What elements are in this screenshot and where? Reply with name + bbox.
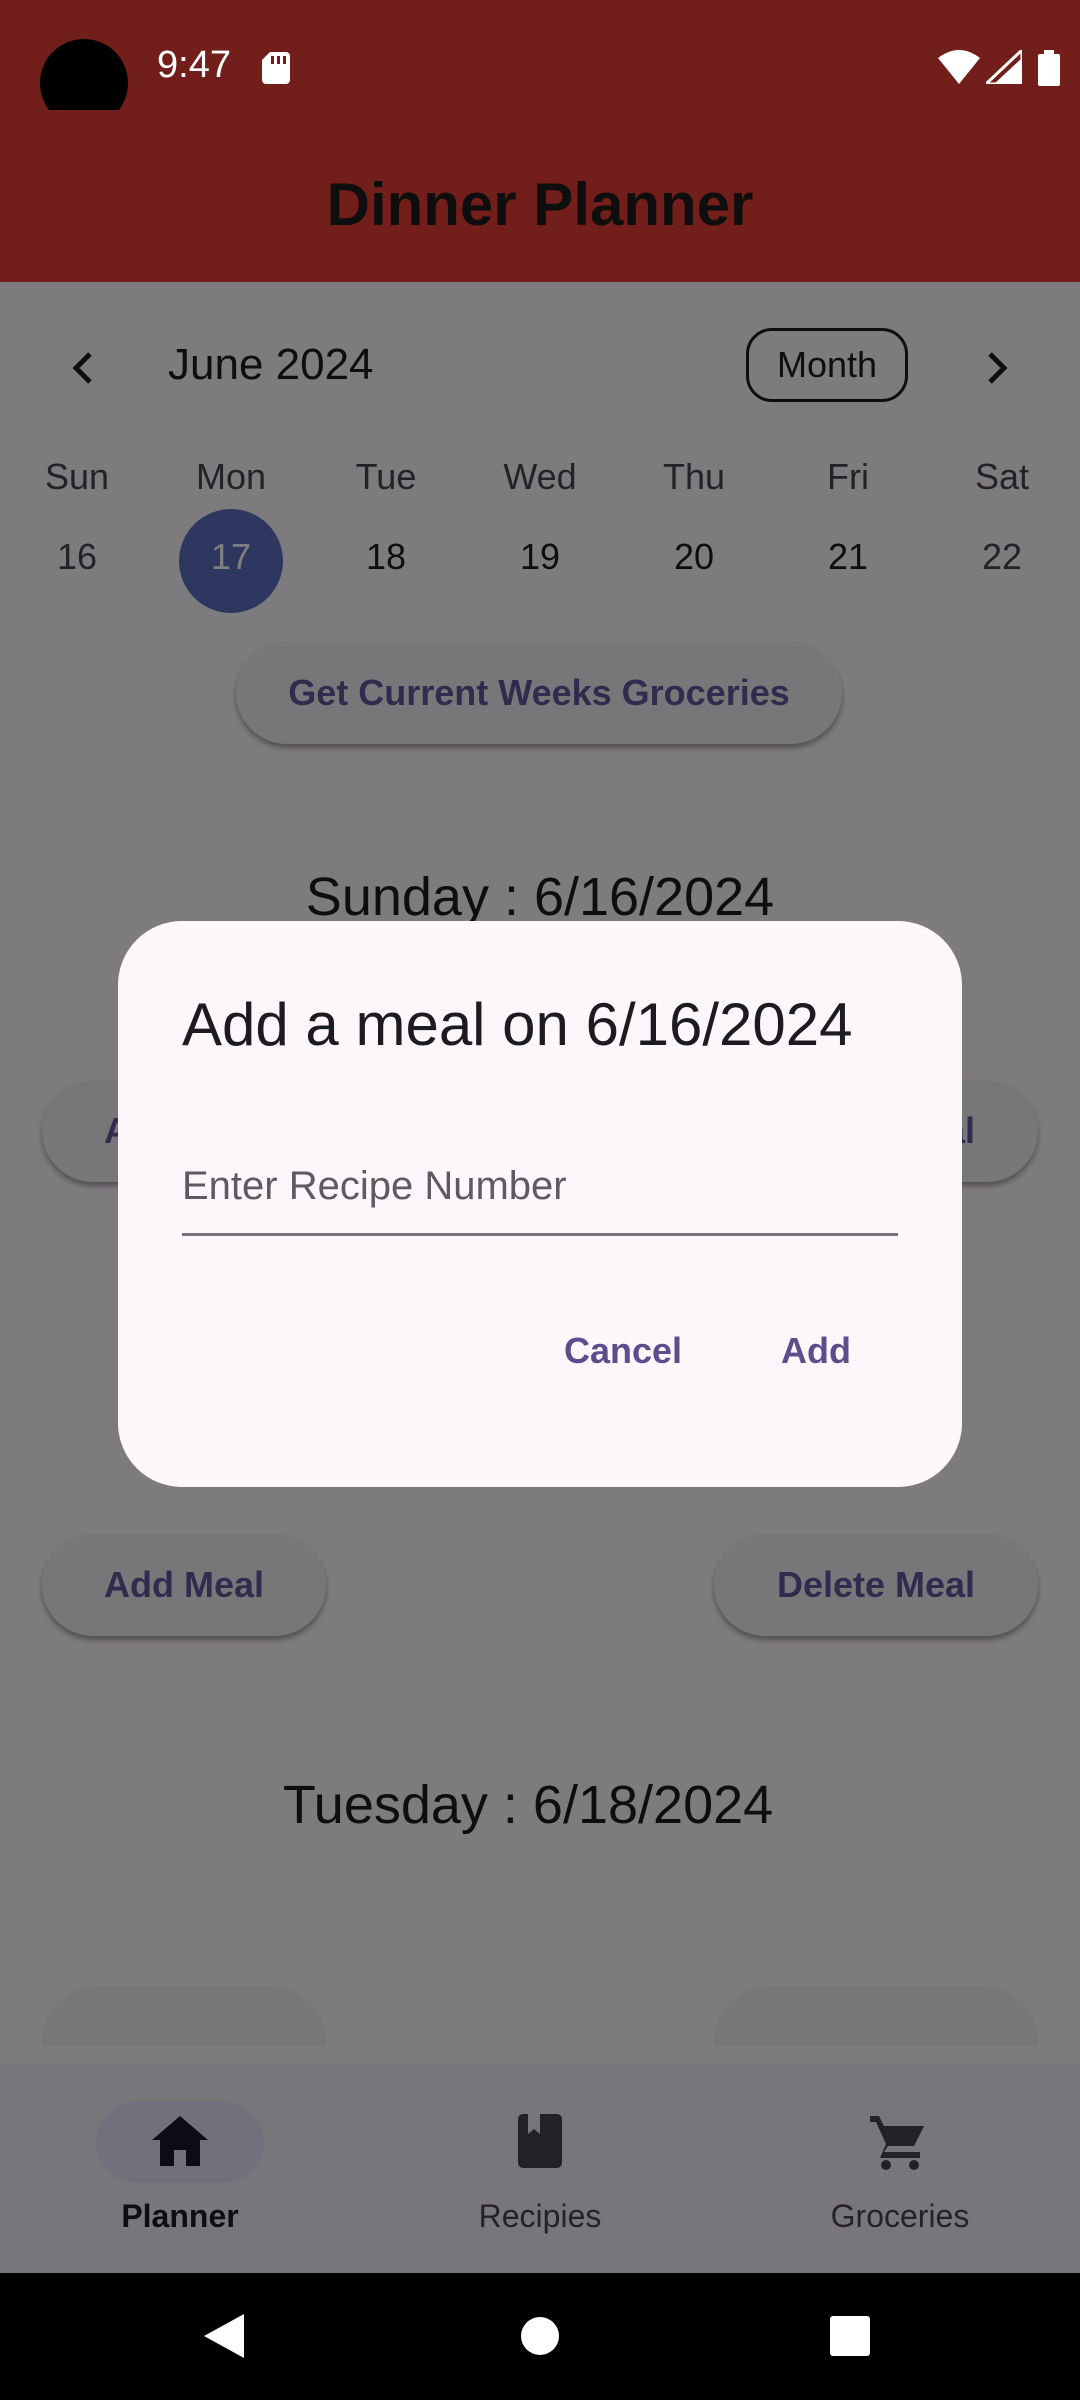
status-time: 9:47 [157,44,231,86]
home-button-icon[interactable] [520,2316,560,2356]
battery-icon [1038,50,1060,86]
dialog-title: Add a meal on 6/16/2024 [182,991,853,1058]
add-button[interactable]: Add [781,1330,851,1372]
back-icon[interactable] [204,2314,246,2358]
signal-icon [986,50,1022,84]
recipe-number-input[interactable] [182,1140,898,1236]
app-title: Dinner Planner [326,171,754,238]
sd-card-icon [262,52,290,84]
recents-icon[interactable] [830,2316,870,2356]
wifi-icon [938,50,980,84]
cancel-button[interactable]: Cancel [564,1330,682,1372]
